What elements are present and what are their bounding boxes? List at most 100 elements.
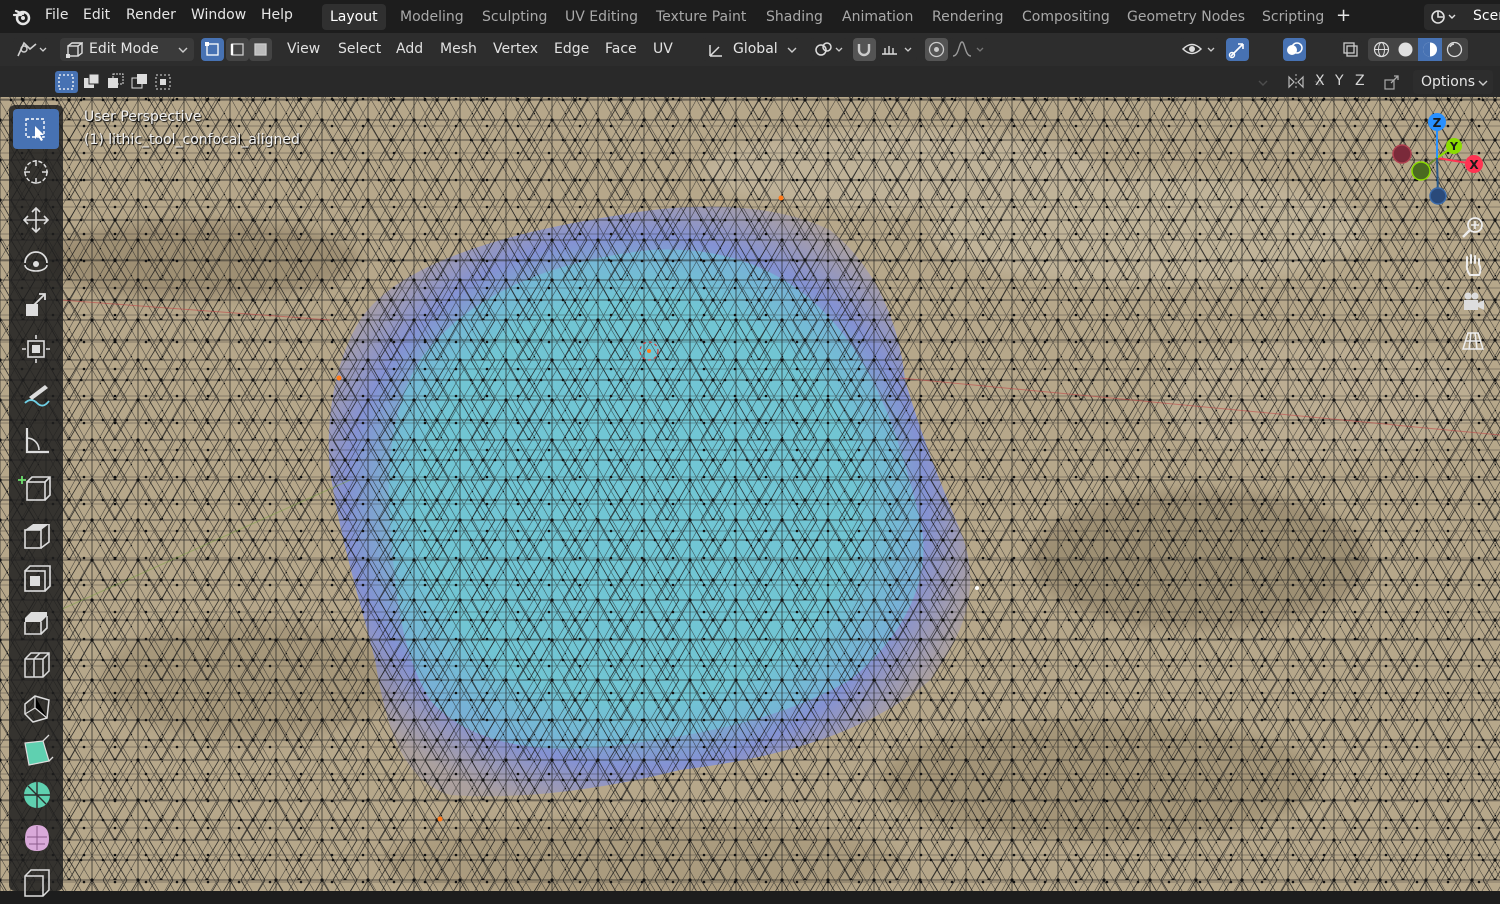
select-new-button[interactable] — [55, 71, 78, 93]
menu-edit[interactable]: Edit — [83, 7, 110, 23]
tab-geometry-nodes[interactable]: Geometry Nodes — [1119, 4, 1253, 30]
camera-view-button[interactable] — [1458, 288, 1488, 318]
pivot-point-dropdown[interactable] — [810, 38, 848, 61]
wireframe-shading-icon[interactable] — [1370, 38, 1393, 61]
smooth-tool[interactable] — [13, 817, 59, 857]
menu-file[interactable]: File — [45, 7, 68, 23]
menu-add[interactable]: Add — [396, 41, 423, 57]
knife-tool[interactable] — [13, 688, 59, 728]
menu-render[interactable]: Render — [126, 7, 176, 23]
scene-selector[interactable]: Scer — [1424, 4, 1500, 30]
loop-cut-tool[interactable] — [13, 645, 59, 685]
cursor-tool[interactable] — [13, 152, 59, 192]
tab-rendering[interactable]: Rendering — [924, 4, 1012, 30]
overlays-icon — [1287, 42, 1303, 55]
menu-uv[interactable]: UV — [653, 41, 673, 57]
spin-tool[interactable] — [13, 774, 59, 814]
mirror-x-toggle[interactable]: X — [1315, 73, 1325, 89]
move-icon — [22, 206, 50, 234]
inset-faces-tool[interactable] — [13, 559, 59, 599]
add-workspace-button[interactable]: + — [1336, 5, 1351, 26]
falloff-curve-icon — [952, 41, 984, 57]
snap-target-dropdown[interactable] — [877, 38, 917, 61]
transform-orientation-dropdown[interactable]: Global — [702, 38, 800, 61]
edge-slide-tool[interactable] — [13, 860, 59, 900]
gizmo-neg-x-ball — [1392, 144, 1412, 164]
face-select-mode-button[interactable] — [249, 38, 272, 61]
solid-shading-icon[interactable] — [1394, 38, 1417, 61]
scene-icon — [1431, 10, 1456, 24]
tab-texture-paint[interactable]: Texture Paint — [648, 4, 754, 30]
perspective-grid-icon — [1461, 332, 1485, 350]
hand-icon — [1465, 254, 1482, 276]
cursor-icon — [24, 160, 48, 184]
blender-logo-icon[interactable] — [12, 7, 32, 27]
gizmo-y-label: Y — [1449, 140, 1459, 153]
auto-merge-icon[interactable] — [1382, 72, 1402, 92]
transform-tool[interactable] — [13, 329, 59, 369]
rotate-icon — [24, 251, 48, 272]
shading-mode-group — [1368, 38, 1468, 61]
annotate-tool[interactable] — [13, 377, 59, 417]
gizmo-toggle-button[interactable] — [1226, 38, 1249, 61]
menu-select[interactable]: Select — [338, 41, 381, 57]
poly-build-tool[interactable] — [13, 731, 59, 771]
menu-mesh[interactable]: Mesh — [440, 41, 477, 57]
mode-dropdown[interactable]: Edit Mode — [60, 38, 194, 61]
rotate-tool[interactable] — [13, 243, 59, 283]
menu-edge[interactable]: Edge — [554, 41, 589, 57]
measure-tool[interactable] — [13, 420, 59, 460]
vertex-select-icon — [205, 42, 219, 56]
overlays-toggle-button[interactable] — [1283, 38, 1306, 61]
tab-compositing[interactable]: Compositing — [1014, 4, 1118, 30]
bevel-tool[interactable] — [13, 602, 59, 642]
tab-uv-editing[interactable]: UV Editing — [557, 4, 646, 30]
menu-vertex[interactable]: Vertex — [493, 41, 538, 57]
select-subtract-icon[interactable] — [104, 71, 127, 93]
tab-modeling[interactable]: Modeling — [392, 4, 472, 30]
tab-sculpting[interactable]: Sculpting — [474, 4, 555, 30]
rendered-shading-icon[interactable] — [1443, 38, 1466, 61]
pan-button[interactable] — [1458, 250, 1488, 280]
tab-shading[interactable]: Shading — [758, 4, 831, 30]
eye-icon — [1181, 43, 1215, 55]
tab-scripting[interactable]: Scripting — [1254, 4, 1332, 30]
move-tool[interactable] — [13, 200, 59, 240]
perspective-toggle-button[interactable] — [1458, 325, 1488, 355]
xray-toggle-button[interactable] — [1339, 38, 1362, 61]
scale-tool[interactable] — [13, 286, 59, 326]
tab-animation[interactable]: Animation — [834, 4, 921, 30]
zoom-button[interactable] — [1458, 213, 1488, 243]
tab-layout[interactable]: Layout — [322, 4, 386, 30]
annotate-icon — [24, 385, 50, 407]
select-intersect-icon[interactable] — [152, 71, 175, 93]
extrude-region-tool[interactable] — [13, 516, 59, 556]
orientation-label: Global — [733, 41, 778, 57]
snap-toggle-button[interactable] — [853, 38, 876, 61]
edge-select-mode-button[interactable] — [226, 38, 249, 61]
select-box-tool[interactable] — [13, 109, 59, 149]
knife-icon — [24, 695, 50, 723]
proportional-falloff-dropdown[interactable] — [949, 38, 989, 61]
add-cube-tool[interactable] — [13, 468, 59, 508]
mirror-y-toggle[interactable]: Y — [1335, 73, 1344, 89]
menu-help[interactable]: Help — [261, 7, 293, 23]
tool-shelf — [9, 105, 63, 897]
extrude-region-icon — [24, 524, 50, 549]
navigation-gizmo[interactable]: X Y Z — [1390, 108, 1490, 212]
proportional-editing-button[interactable] — [925, 38, 948, 61]
menu-face[interactable]: Face — [605, 41, 637, 57]
select-extend-icon[interactable] — [80, 71, 103, 93]
menu-view[interactable]: View — [287, 41, 320, 57]
chevron-down-icon — [787, 47, 797, 53]
editor-type-dropdown[interactable] — [13, 38, 49, 61]
menu-window[interactable]: Window — [191, 7, 246, 23]
select-invert-icon[interactable] — [128, 71, 151, 93]
mesh-surface[interactable] — [0, 97, 1500, 891]
vertex-select-mode-button[interactable] — [201, 38, 224, 61]
material-preview-shading-button[interactable] — [1418, 38, 1442, 61]
selectability-visibility-dropdown[interactable] — [1180, 38, 1220, 61]
options-dropdown[interactable]: Options — [1413, 70, 1493, 94]
3d-viewport[interactable]: User Perspective (1) lithic_tool_confoca… — [0, 97, 1500, 891]
mirror-z-toggle[interactable]: Z — [1355, 73, 1365, 89]
